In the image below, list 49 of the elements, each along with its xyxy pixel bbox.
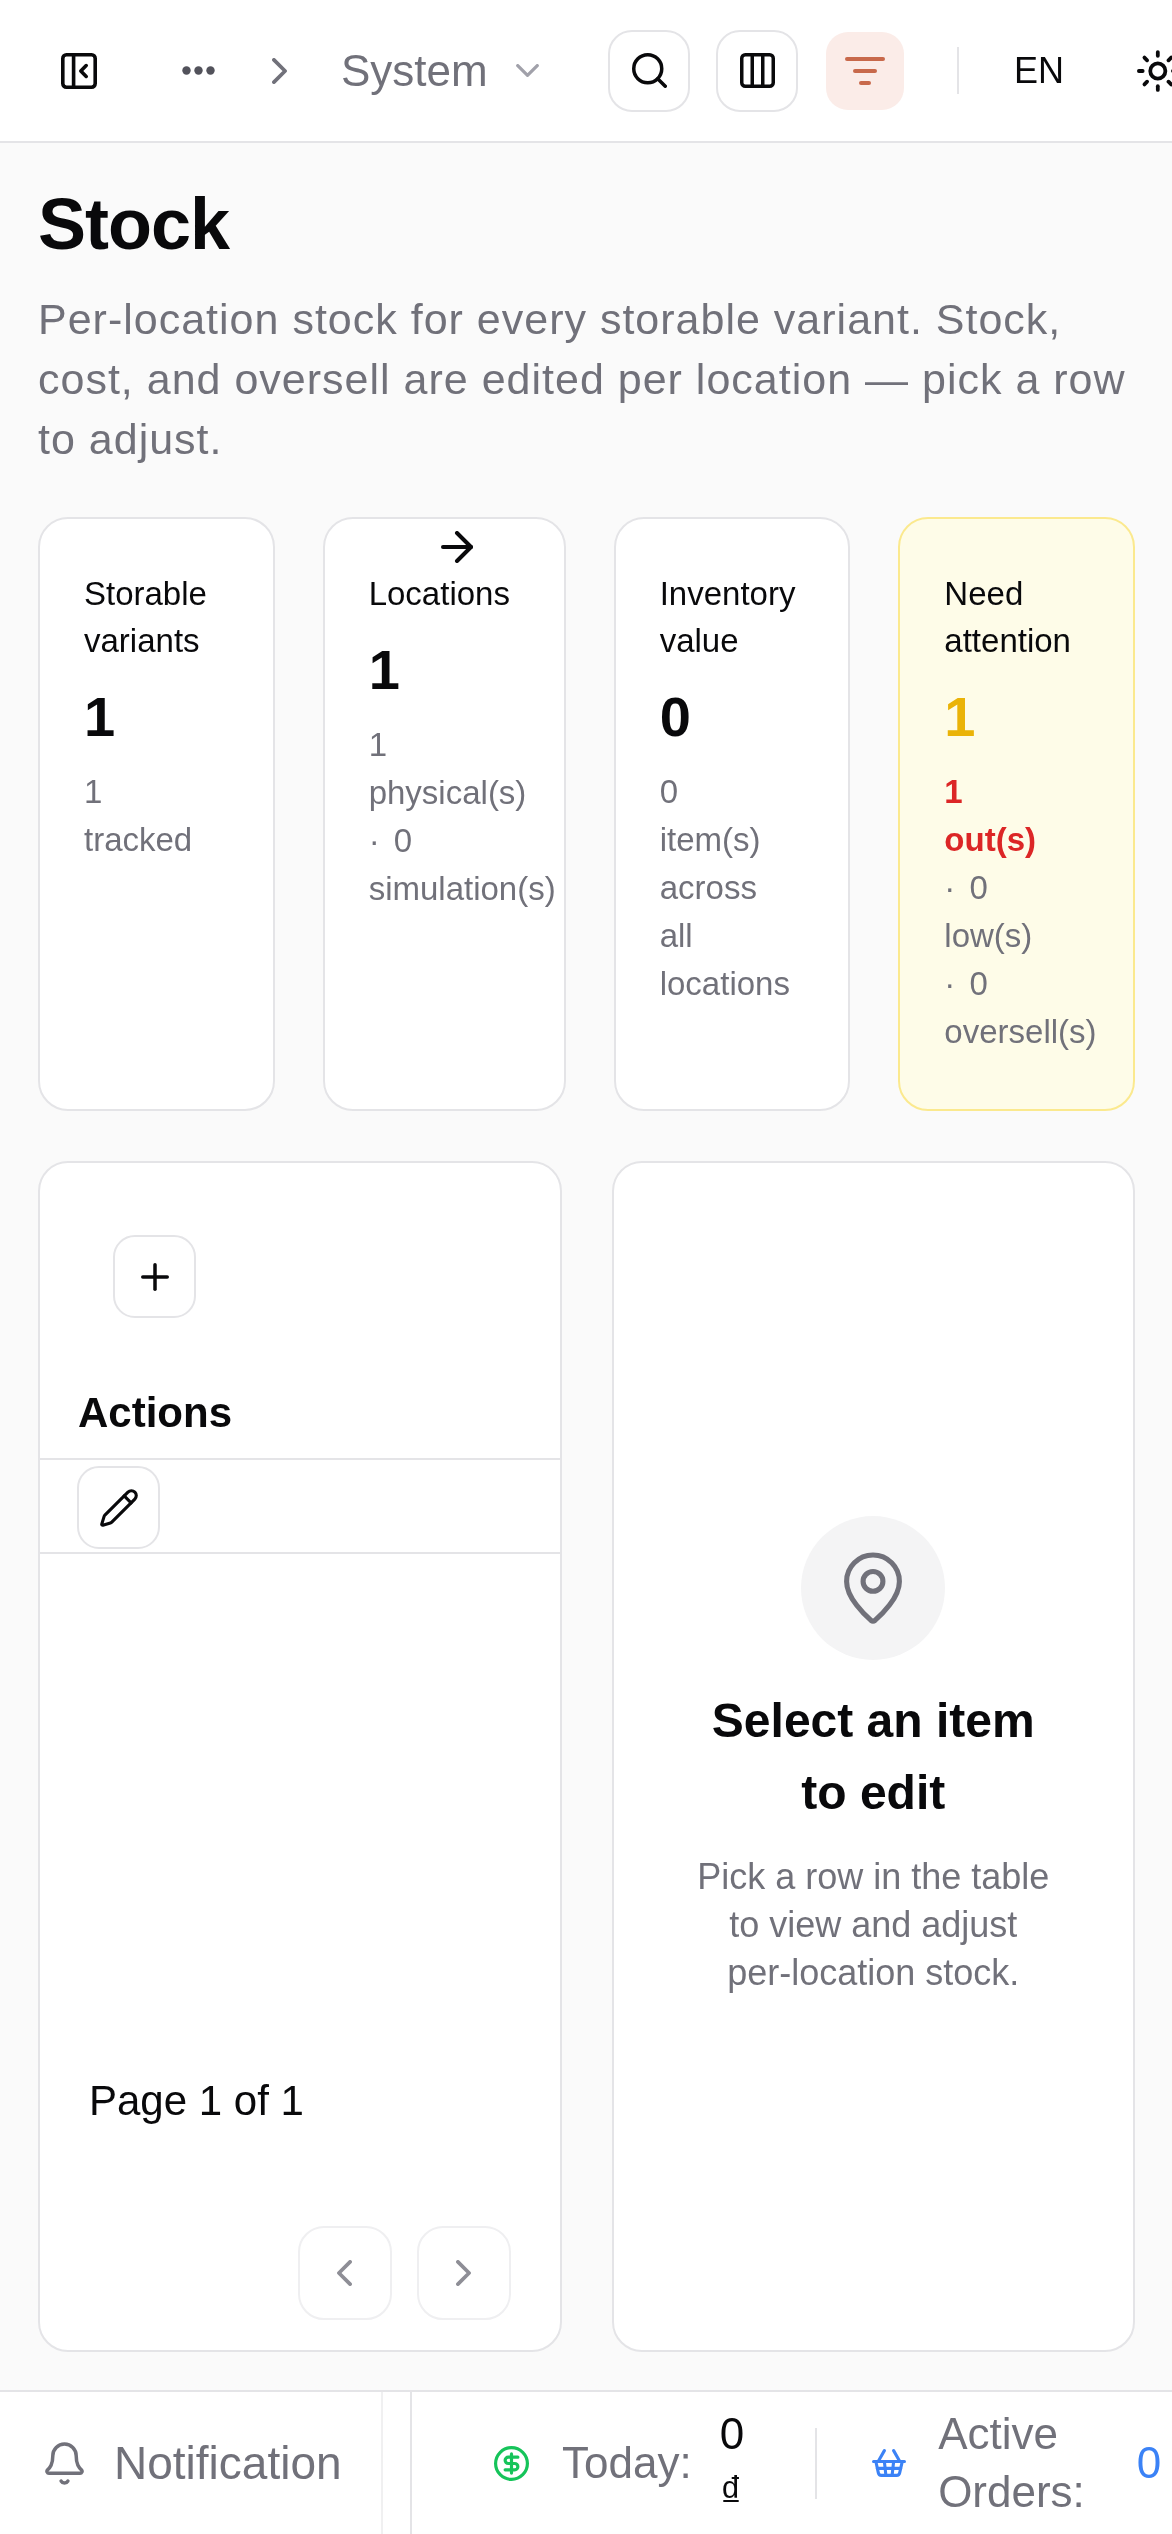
empty-state-title: Select an item to edit — [710, 1693, 1036, 1821]
stat-label: Locations — [368, 574, 510, 614]
pencil-icon — [99, 1488, 138, 1527]
stat-value: 1 — [84, 684, 117, 750]
search-icon — [631, 53, 667, 88]
sun-icon[interactable] — [1137, 49, 1172, 92]
stat-detail: 1 tracked — [84, 772, 194, 860]
stat-value: 1 — [944, 684, 977, 750]
stat-detail: 1 out(s) — [944, 772, 1037, 860]
chevron-right-icon — [456, 2260, 471, 2286]
stat-detail: · 0 oversell(s) — [944, 964, 1097, 1052]
add-button[interactable] — [113, 1235, 196, 1318]
stat-label: Need attention — [944, 574, 1071, 661]
filter-icon — [845, 56, 885, 85]
plus-icon — [140, 1262, 169, 1291]
columns-button[interactable] — [716, 29, 798, 112]
today-label: Today: — [562, 2437, 692, 2489]
stat-detail: 0 item(s) across all locations — [659, 772, 790, 1004]
active-orders-label: Active Orders: — [938, 2408, 1085, 2518]
notification-button[interactable]: Notification — [0, 2392, 383, 2534]
breadcrumb-dropdown[interactable]: System — [341, 40, 539, 101]
today-value: 0 ₫ — [719, 2408, 745, 2518]
sidebar-toggle-icon[interactable] — [61, 52, 97, 89]
dollar-circle-icon — [494, 2445, 529, 2481]
filter-button[interactable] — [826, 31, 904, 110]
stat-detail: · 0 low(s) — [944, 868, 1034, 956]
empty-state-description: Pick a row in the table to view and adjust per-location stock. — [696, 1855, 1051, 1995]
chevron-left-icon — [337, 2260, 352, 2286]
language-button[interactable]: EN — [1014, 45, 1064, 96]
stat-value: 0 — [659, 684, 692, 750]
stat-value: 1 — [368, 637, 401, 703]
stat-label: Inventory value — [659, 574, 796, 661]
page-description: Per-location stock for every storable variant. Stock, cost, and oversell are edited per location — pick a row to adjust. — [38, 294, 1127, 465]
bell-icon — [45, 2441, 84, 2485]
columns-icon — [739, 53, 775, 88]
stat-detail: · 0 simulation(s) — [368, 821, 556, 909]
basket-icon — [872, 2449, 907, 2477]
map-pin-icon — [801, 1516, 946, 1660]
more-icon[interactable] — [182, 66, 215, 75]
chevron-down-icon — [515, 64, 539, 77]
column-header: Actions — [78, 1388, 232, 1438]
page-title: Stock — [38, 183, 231, 266]
chevron-right-icon — [272, 57, 287, 84]
stat-label: Storable variants — [84, 574, 207, 661]
page-indicator: Page 1 of 1 — [89, 2076, 304, 2126]
edit-button[interactable] — [77, 1466, 160, 1549]
search-button[interactable] — [608, 29, 690, 112]
stat-detail: 1 physical(s) — [368, 725, 527, 813]
active-orders-value: 0 — [1136, 2437, 1162, 2489]
